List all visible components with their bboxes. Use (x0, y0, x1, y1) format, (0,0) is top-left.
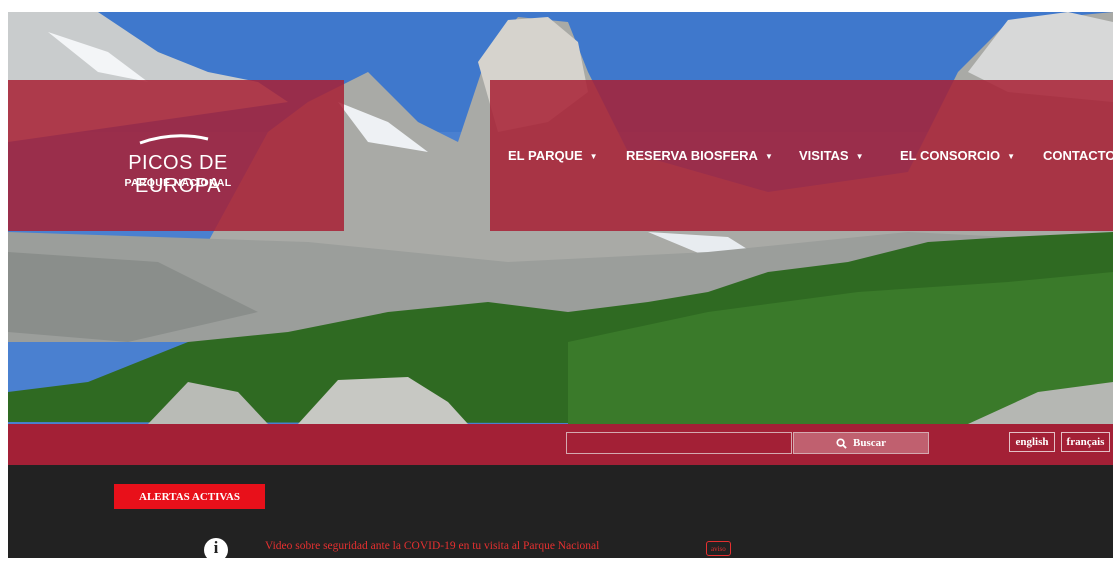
nav-label: EL CONSORCIO (900, 148, 1001, 163)
alert-link[interactable]: Video sobre seguridad ante la COVID-19 e… (265, 540, 599, 552)
search-bar (8, 424, 1113, 465)
alert-tag: aviso (706, 541, 731, 556)
nav-label: CONTACTO (1043, 148, 1113, 163)
logo-arc-icon (139, 134, 209, 145)
caret-down-icon: ▼ (589, 152, 598, 161)
nav-label: VISITAS (799, 148, 849, 163)
search-button[interactable]: Buscar (793, 432, 929, 454)
lang-english[interactable]: english (1009, 432, 1055, 452)
logo-title[interactable]: PICOS DE EUROPA (92, 152, 264, 198)
search-icon (836, 437, 847, 449)
nav-label: RESERVA BIOSFERA (626, 148, 758, 163)
logo-subtitle[interactable]: PARQUE NACIONAL (92, 177, 264, 189)
caret-down-icon: ▼ (1007, 152, 1016, 161)
main-nav-panel: EL PARQUE ▼ RESERVA BIOSFERA ▼ VISITAS ▼ EL… (490, 80, 1113, 231)
nav-reserva-biosfera[interactable]: RESERVA BIOSFERA ▼ (626, 148, 773, 163)
search-input[interactable] (566, 432, 792, 454)
nav-el-parque[interactable]: EL PARQUE ▼ (508, 148, 598, 163)
caret-down-icon: ▼ (764, 152, 773, 161)
nav-contacto[interactable]: CONTACTO (1043, 148, 1113, 163)
info-icon: i (204, 538, 228, 562)
main-nav: EL PARQUE ▼ RESERVA BIOSFERA ▼ VISITAS ▼ EL… (490, 80, 1113, 231)
search-button-label: Buscar (853, 437, 886, 449)
caret-down-icon: ▼ (855, 152, 864, 161)
nav-el-consorcio[interactable]: EL CONSORCIO ▼ (900, 148, 1015, 163)
alerts-heading: ALERTAS ACTIVAS (114, 484, 265, 509)
nav-visitas[interactable]: VISITAS ▼ (799, 148, 864, 163)
nav-label: EL PARQUE (508, 148, 583, 163)
lang-francais[interactable]: français (1061, 432, 1110, 452)
